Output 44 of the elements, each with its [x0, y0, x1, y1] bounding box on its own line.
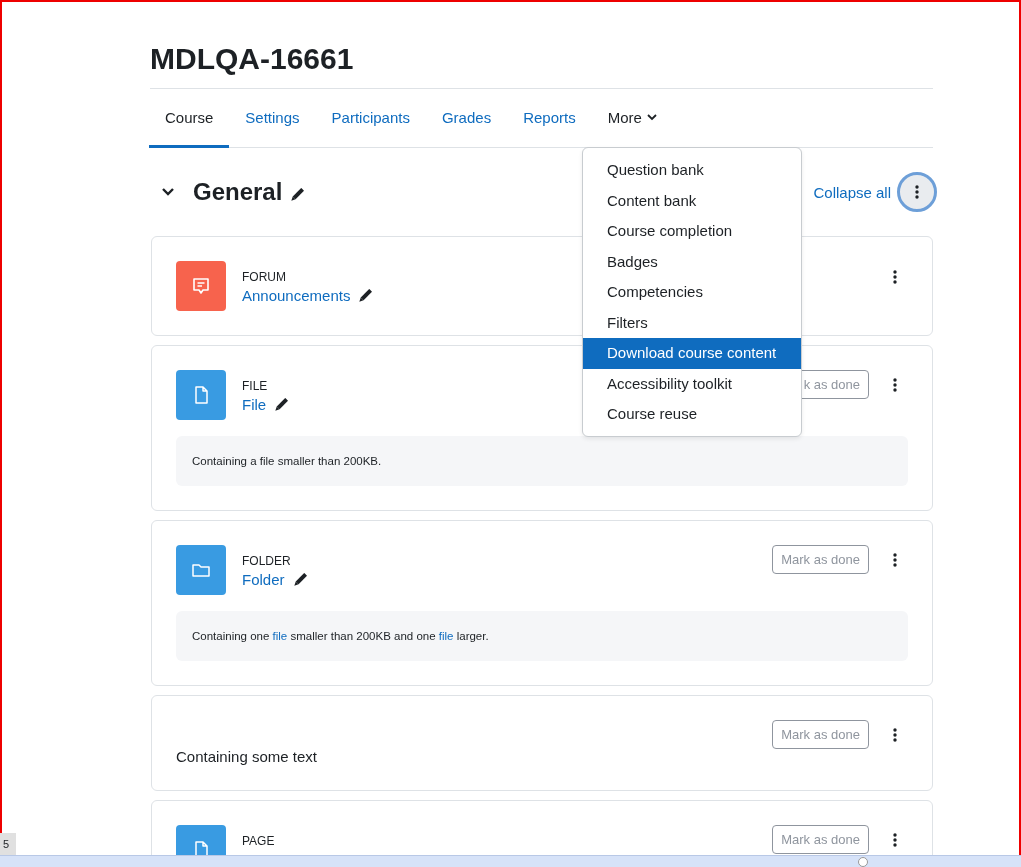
file-link[interactable]: file	[438, 630, 454, 642]
activity-link[interactable]: Announcements	[242, 285, 351, 307]
description-text: Containing one file smaller than 200KB and one file larger.	[192, 629, 490, 644]
activity-type: PAGE	[242, 833, 275, 849]
menu-item[interactable]: Content bank	[583, 185, 801, 216]
nav-tab[interactable]: Reports	[507, 89, 592, 148]
menu-item[interactable]: Course reuse	[583, 399, 801, 430]
course-title: MDLQA-16661	[150, 40, 933, 89]
more-button[interactable]	[897, 172, 937, 212]
activity-link[interactable]: Folder	[242, 569, 285, 591]
activity-type: FILE	[242, 378, 269, 394]
nav-tab[interactable]: Settings	[229, 89, 316, 148]
activity-type: FORUM	[242, 269, 287, 285]
mark-done-button[interactable]: Mark as done	[772, 720, 869, 749]
menu-item[interactable]: Filters	[583, 307, 801, 338]
nav-tab[interactable]: Grades	[425, 89, 508, 148]
kebab-icon	[893, 832, 897, 847]
menu-item[interactable]: Course completion	[583, 216, 801, 247]
menu-item[interactable]: Download course content	[583, 338, 801, 369]
menu-item[interactable]: Question bank	[583, 155, 801, 186]
menu-item[interactable]: Competencies	[583, 277, 801, 308]
label-text: Containing some text	[176, 748, 318, 765]
menu-item[interactable]: Badges	[583, 246, 801, 277]
side-tab[interactable]: 5	[0, 833, 16, 855]
description-text: Containing a file smaller than 200KB.	[192, 454, 383, 469]
pencil-icon	[290, 188, 305, 202]
pencil-icon	[358, 289, 373, 303]
activity-type: FOLDER	[242, 553, 292, 569]
collapse-link[interactable]: Collapse all	[813, 183, 891, 201]
activity-link[interactable]: File	[242, 394, 267, 416]
kebab-icon	[893, 727, 897, 742]
mark-done-button[interactable]: Mark as done	[772, 545, 869, 574]
kebab-icon	[915, 185, 919, 199]
nav-tab[interactable]: Participants	[315, 89, 426, 148]
nav-tab[interactable]: More	[591, 89, 673, 148]
nav-tab[interactable]: Course	[149, 89, 230, 148]
file-link[interactable]: file	[272, 630, 288, 642]
pencil-icon	[292, 573, 307, 587]
kebab-icon	[893, 377, 897, 392]
kebab-icon	[893, 270, 897, 284]
mark-done-button[interactable]: Mark as done	[772, 825, 869, 854]
circle-icon[interactable]	[858, 857, 868, 867]
kebab-icon	[893, 552, 897, 567]
section-title: General	[193, 178, 283, 206]
